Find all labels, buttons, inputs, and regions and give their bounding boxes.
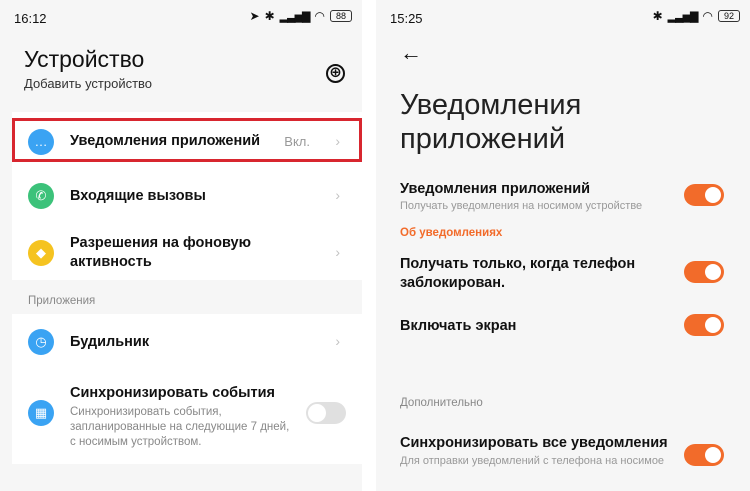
signal-icon: ▂▃▅▇ (667, 10, 699, 23)
setting-label: Синхронизировать все уведомления (400, 435, 668, 451)
clock-icon: ◷ (28, 329, 54, 355)
list-item-label: Будильник (70, 334, 150, 350)
list-item-alarm[interactable]: ◷ Будильник › (12, 320, 362, 364)
wifi-icon: ◠ (702, 9, 713, 23)
wifi-icon: ◠ (314, 9, 325, 23)
status-time: 16:12 (14, 11, 47, 26)
apps-card: ◷ Будильник › ▦ Синхронизировать события… (12, 314, 362, 464)
bluetooth-icon: ✱ (264, 9, 275, 23)
status-bar: 16:12 ➤ ✱ ▂▃▅▇ ◠ 88 (0, 0, 362, 34)
locked-only-toggle[interactable] (684, 261, 724, 283)
list-item-sync-events: ▦ Синхронизировать события Синхронизиров… (12, 380, 362, 460)
device-screen: 16:12 ➤ ✱ ▂▃▅▇ ◠ 88 Устройство Добавить … (0, 0, 362, 491)
list-item-description: Синхронизировать события, запланированны… (70, 406, 290, 448)
setting-label: Уведомления приложений (400, 181, 591, 197)
list-item-label: Разрешения на фоновую активность (70, 235, 251, 270)
page-title: Уведомления приложений (400, 89, 582, 155)
list-item-background-permissions[interactable]: ◆ Разрешения на фоновую активность › (12, 228, 362, 278)
list-item-incoming-calls[interactable]: ✆ Входящие вызовы › (12, 174, 362, 218)
signal-icon: ▂▃▅▇ (279, 10, 311, 23)
add-device-link[interactable]: Добавить устройство (24, 76, 152, 91)
sync-events-toggle[interactable] (306, 402, 346, 424)
setting-description: Получать уведомления на носимом устройст… (400, 200, 643, 212)
chevron-right-icon: › (335, 333, 340, 349)
setting-label: Получать только, когда телефон заблокиро… (400, 256, 636, 291)
sync-all-toggle[interactable] (684, 444, 724, 466)
back-arrow-icon[interactable]: ← (400, 40, 422, 66)
location-icon: ➤ (249, 9, 260, 23)
turn-on-screen-toggle[interactable] (684, 314, 724, 336)
notifications-screen: 15:25 ✱ ▂▃▅▇ ◠ 92 ← Уведомления приложен… (376, 0, 750, 491)
calendar-icon: ▦ (28, 400, 54, 426)
shield-icon: ◆ (28, 240, 54, 266)
section-label-apps: Приложения (28, 295, 96, 307)
battery-icon: 88 (330, 10, 352, 22)
chevron-right-icon: › (335, 244, 340, 260)
status-time: 15:25 (390, 11, 423, 26)
battery-icon: 92 (718, 10, 740, 22)
section-label-about: Об уведомлениях (400, 227, 503, 239)
app-notifications-toggle[interactable] (684, 184, 724, 206)
bluetooth-icon: ✱ (652, 9, 663, 23)
add-device-button[interactable]: ⊕ (326, 64, 345, 83)
setting-description: Для отправки уведомлений с телефона на н… (400, 455, 665, 467)
section-label-more: Дополнительно (400, 397, 483, 409)
list-item-label: Входящие вызовы (70, 188, 206, 204)
chevron-right-icon: › (335, 187, 340, 203)
divider (362, 0, 376, 491)
highlight-frame (12, 118, 362, 162)
list-item-label: Синхронизировать события (70, 385, 275, 401)
status-bar: 15:25 ✱ ▂▃▅▇ ◠ 92 (376, 0, 750, 34)
phone-icon: ✆ (28, 183, 54, 209)
page-title: Устройство (24, 46, 145, 72)
setting-label: Включать экран (400, 318, 517, 334)
